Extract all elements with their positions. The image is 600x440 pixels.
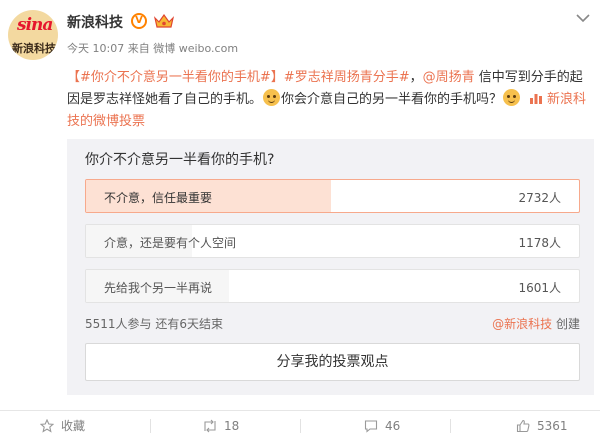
verified-icon: V: [131, 13, 147, 29]
poll-stats: 5511人参与 还有6天结束: [85, 315, 223, 332]
mention-link[interactable]: @周扬青: [423, 70, 475, 85]
comment-button[interactable]: 46: [364, 411, 400, 440]
poll-creator-suffix: 创建: [552, 317, 580, 331]
like-button[interactable]: 5361: [516, 411, 568, 440]
source-prefix: 来自: [127, 42, 150, 55]
star-icon: [40, 418, 54, 433]
poll-option[interactable]: 先给我个另一半再说 1601人: [85, 269, 580, 303]
comma: ，: [409, 70, 423, 85]
author-name[interactable]: 新浪科技: [67, 12, 123, 32]
repost-icon: [204, 419, 216, 432]
divider: [450, 419, 451, 433]
emoji-doge-icon: [263, 89, 281, 106]
poll-option-count: 1601人: [518, 281, 561, 295]
action-bar: 收藏 18 46 5361: [0, 410, 600, 440]
poll-option-count: 2732人: [518, 191, 561, 205]
poll-option-label: 介意，还是要有个人空间: [104, 236, 237, 250]
topic-link-phone[interactable]: 【#你介不介意另一半看你的手机#】: [67, 70, 284, 85]
poll-card: 你介不介意另一半看你的手机? 不介意，信任最重要 2732人 介意，还是要有个人…: [67, 139, 594, 395]
like-count: 5361: [537, 418, 568, 433]
post-meta: 今天 10:07 来自 微博 weibo.com: [67, 40, 238, 56]
poll-remaining: 还有6天结束: [155, 317, 224, 331]
chevron-down-icon[interactable]: [576, 13, 590, 23]
poll-option-label: 不介意，信任最重要: [104, 191, 213, 205]
favorite-button[interactable]: 收藏: [40, 411, 85, 440]
divider: [150, 419, 151, 433]
post-body: 【#你介不介意另一半看你的手机#】#罗志祥周扬青分手#，@周扬青 信中写到分手的…: [67, 67, 591, 133]
crown-icon: [154, 14, 174, 28]
share-vote-button[interactable]: 分享我的投票观点: [85, 343, 580, 381]
post-text-2: 你会介意自己的另一半看你的手机吗？: [281, 92, 503, 107]
avatar-caption: 新浪科技: [12, 42, 56, 55]
poll-creator-link[interactable]: @新浪科技: [492, 317, 552, 331]
poll-participants: 5511人参与: [85, 317, 152, 331]
poll-creator: @新浪科技 创建: [492, 315, 580, 332]
poll-question: 你介不介意另一半看你的手机?: [85, 152, 275, 168]
repost-button[interactable]: 18: [203, 411, 239, 440]
poll-option-label: 先给我个另一半再说: [104, 281, 213, 295]
emoji-smile-icon: [503, 89, 521, 106]
like-icon: [516, 419, 530, 432]
divider: [300, 419, 301, 433]
poll-option-count: 1178人: [518, 236, 561, 250]
post-time[interactable]: 今天 10:07: [67, 42, 124, 55]
comment-icon: [364, 419, 378, 433]
poll-option[interactable]: 不介意，信任最重要 2732人: [85, 179, 580, 213]
repost-count: 18: [224, 418, 240, 433]
vote-icon: [530, 94, 543, 104]
comment-count: 46: [385, 418, 401, 433]
topic-link-breakup[interactable]: #罗志祥周扬青分手#: [284, 70, 410, 85]
avatar-logo-text: sina: [17, 15, 53, 35]
avatar[interactable]: sina 新浪科技: [8, 10, 58, 60]
post-source[interactable]: 微博 weibo.com: [153, 42, 238, 55]
favorite-label: 收藏: [61, 419, 86, 433]
poll-option[interactable]: 介意，还是要有个人空间 1178人: [85, 224, 580, 258]
